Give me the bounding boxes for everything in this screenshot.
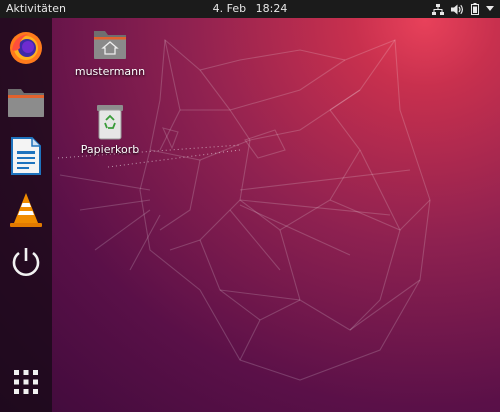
vlc-icon xyxy=(10,193,42,227)
dock-firefox[interactable] xyxy=(6,28,46,68)
dock-power[interactable] xyxy=(6,242,46,282)
app-grid-icon xyxy=(14,370,38,394)
system-menu-arrow-icon xyxy=(486,6,494,11)
dock-vlc[interactable] xyxy=(6,190,46,230)
firefox-icon xyxy=(10,32,42,64)
battery-icon xyxy=(471,3,479,15)
desktop-icon-label: mustermann xyxy=(74,65,146,78)
libreoffice-writer-icon xyxy=(11,137,41,175)
system-tray[interactable] xyxy=(432,0,494,18)
desktop-screen: Aktivitäten 4. Feb 18:24 mustermann Papi… xyxy=(0,0,500,412)
network-icon xyxy=(432,3,444,15)
dock-files[interactable] xyxy=(6,82,46,122)
clock-time: 18:24 xyxy=(255,2,288,15)
desktop-icon-home[interactable]: mustermann xyxy=(72,26,148,78)
desktop-icon-trash[interactable]: Papierkorb xyxy=(72,104,148,156)
top-bar: Aktivitäten 4. Feb 18:24 xyxy=(0,0,500,18)
dock-libreoffice-writer[interactable] xyxy=(6,136,46,176)
clock-date: 4. Feb xyxy=(212,2,247,15)
dock-show-applications[interactable] xyxy=(6,362,46,402)
power-icon xyxy=(12,248,40,276)
desktop-icon-label: Papierkorb xyxy=(80,143,140,156)
home-folder-icon xyxy=(92,26,128,62)
trash-icon xyxy=(92,104,128,140)
folder-icon xyxy=(8,89,44,117)
volume-icon xyxy=(451,4,463,14)
clock[interactable]: 4. Feb 18:24 xyxy=(0,0,500,18)
dock xyxy=(0,18,52,412)
